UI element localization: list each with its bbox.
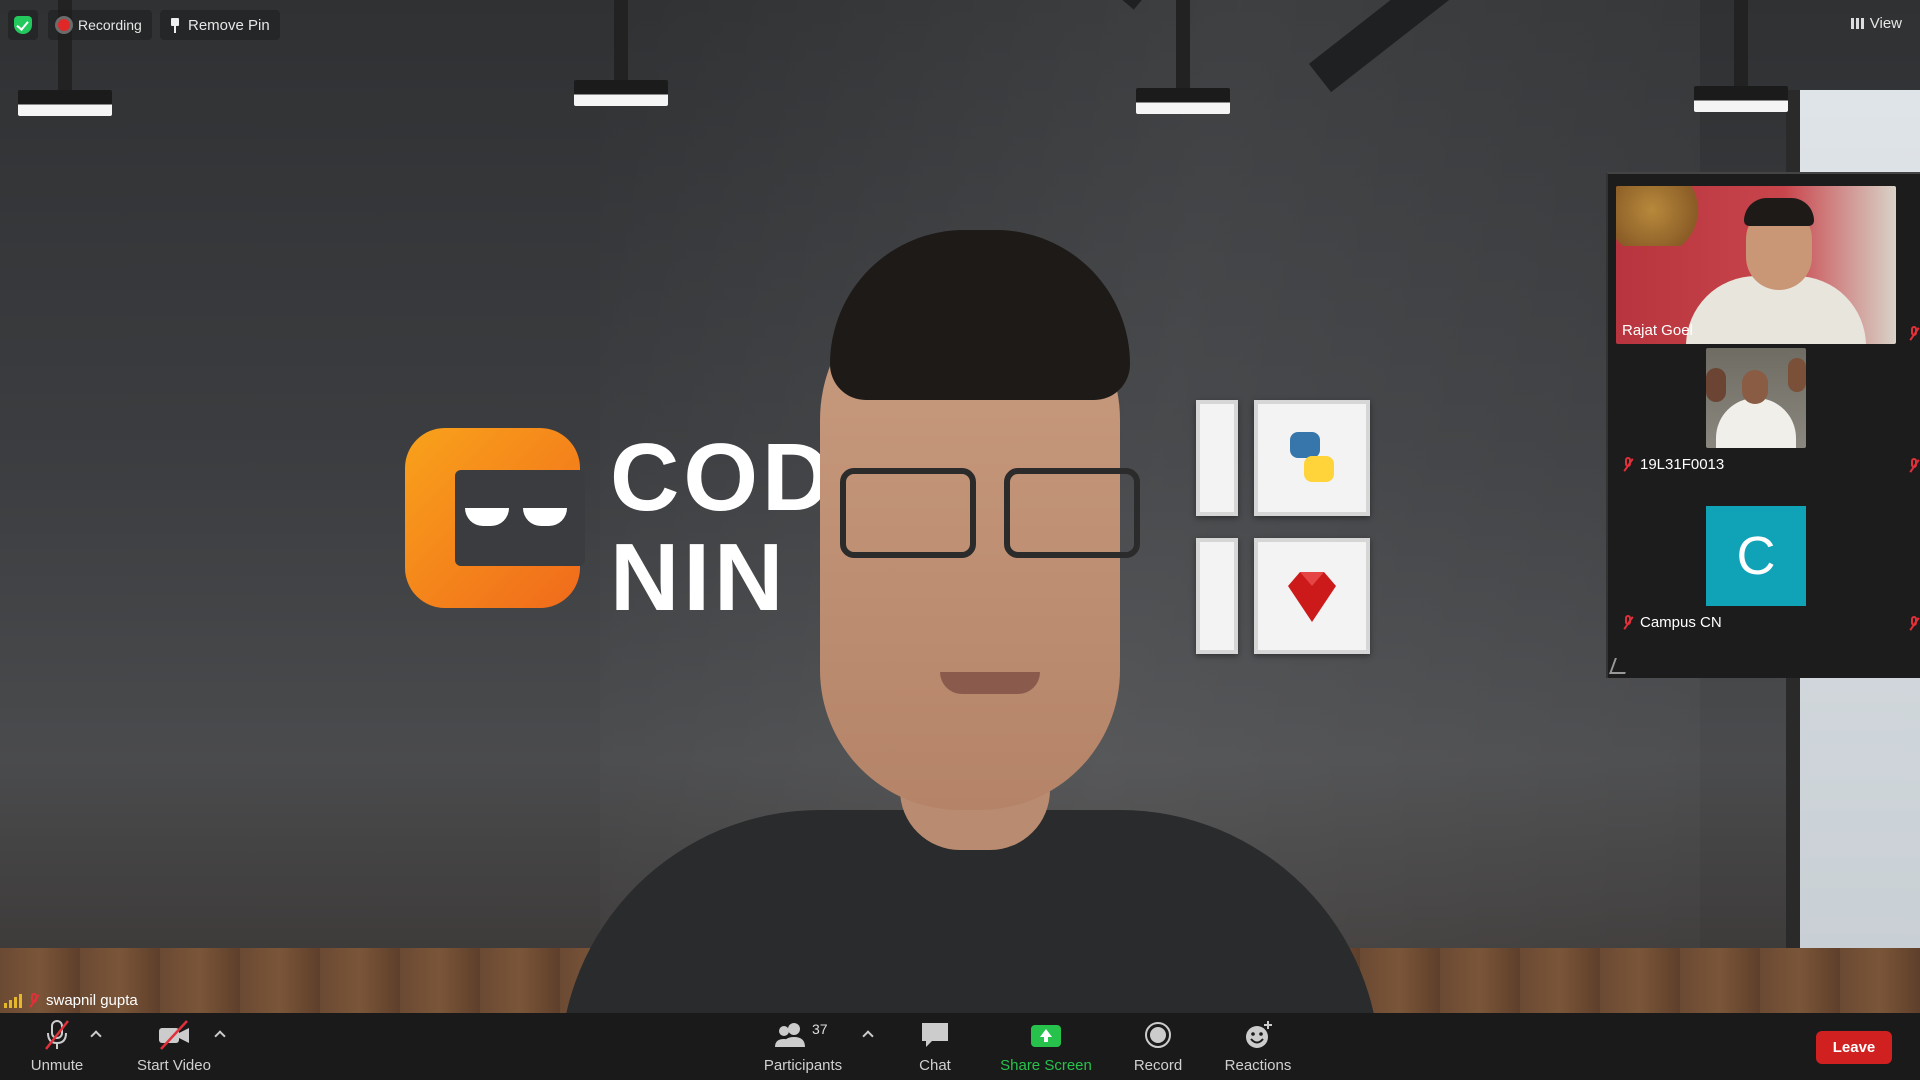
signal-strength-icon <box>4 993 22 1008</box>
remove-pin-label: Remove Pin <box>188 16 270 34</box>
muted-microphone-icon <box>40 1019 74 1051</box>
recording-indicator[interactable]: Recording <box>48 10 152 40</box>
ceiling-lamp <box>574 0 668 106</box>
record-button[interactable]: Record <box>1126 1013 1190 1080</box>
share-screen-label: Share Screen <box>1000 1057 1092 1074</box>
video-options-caret[interactable] <box>214 1029 226 1041</box>
tile-name: 19L31F0013 <box>1640 456 1725 473</box>
muted-mic-icon <box>28 992 40 1009</box>
pin-icon <box>170 18 180 33</box>
video-tile[interactable]: Rajat Goel <box>1616 184 1917 357</box>
chat-label: Chat <box>919 1057 951 1074</box>
record-dot-icon <box>58 19 70 31</box>
ceiling-lamp <box>1694 0 1788 112</box>
reactions-button[interactable]: Reactions <box>1218 1013 1298 1080</box>
speaker-person <box>560 210 1380 1013</box>
grid-icon <box>1850 17 1864 29</box>
recording-label: Recording <box>78 17 142 33</box>
tile-name-row: 19L31F0013 <box>1622 456 1724 473</box>
ruby-frame <box>1254 538 1370 654</box>
view-label: View <box>1869 14 1902 32</box>
ceiling-lamp <box>1136 0 1230 114</box>
glasses <box>840 468 1140 558</box>
camera-off-icon <box>157 1019 191 1051</box>
video-tile[interactable]: C Campus CN <box>1616 506 1917 664</box>
shield-icon <box>14 16 32 34</box>
speaker-name-label: swapnil gupta <box>4 992 138 1009</box>
tile-name: Campus CN <box>1640 614 1722 631</box>
avatar: C <box>1706 506 1806 606</box>
speaker-name: swapnil gupta <box>46 992 138 1009</box>
share-screen-icon <box>1029 1019 1063 1051</box>
participant-strip: Rajat Goel 19L31F0013 C Campus CN <box>1606 172 1920 678</box>
meeting-toolbar: Unmute Start Video 37 Participants Chat … <box>0 1013 1920 1080</box>
remove-pin-button[interactable]: Remove Pin <box>160 10 280 40</box>
start-video-label: Start Video <box>137 1057 211 1074</box>
unmute-label: Unmute <box>30 1057 84 1074</box>
tile-name: Rajat Goel <box>1622 322 1693 339</box>
tile-name-row: Campus CN <box>1622 614 1722 631</box>
record-label: Record <box>1133 1057 1183 1074</box>
muted-mic-icon <box>1908 616 1920 632</box>
participant-video <box>1616 186 1896 344</box>
reactions-label: Reactions <box>1224 1057 1292 1074</box>
participants-count: 37 <box>812 1021 828 1037</box>
smiley-icon <box>1241 1019 1275 1051</box>
unmute-button[interactable]: Unmute <box>22 1013 92 1080</box>
start-video-button[interactable]: Start Video <box>130 1013 218 1080</box>
encryption-badge[interactable] <box>8 10 38 40</box>
view-button[interactable]: View <box>1845 10 1908 36</box>
resize-handle[interactable] <box>1609 658 1631 674</box>
video-tile[interactable]: 19L31F0013 <box>1616 344 1917 502</box>
muted-mic-icon <box>1622 456 1634 473</box>
muted-mic-icon <box>1908 326 1920 342</box>
chat-button[interactable]: Chat <box>905 1013 965 1080</box>
audio-options-caret[interactable] <box>90 1029 102 1041</box>
participants-options-caret[interactable] <box>862 1029 874 1041</box>
participant-video <box>1706 348 1806 448</box>
muted-mic-icon <box>1622 614 1634 631</box>
python-frame <box>1254 400 1370 516</box>
participants-icon: 37 <box>768 1019 838 1051</box>
chat-icon <box>918 1019 952 1051</box>
share-screen-button[interactable]: Share Screen <box>996 1013 1096 1080</box>
record-icon <box>1141 1019 1175 1051</box>
muted-mic-icon <box>1908 458 1920 474</box>
leave-button[interactable]: Leave <box>1816 1031 1892 1064</box>
participants-label: Participants <box>763 1057 843 1074</box>
participants-button[interactable]: 37 Participants <box>760 1013 846 1080</box>
